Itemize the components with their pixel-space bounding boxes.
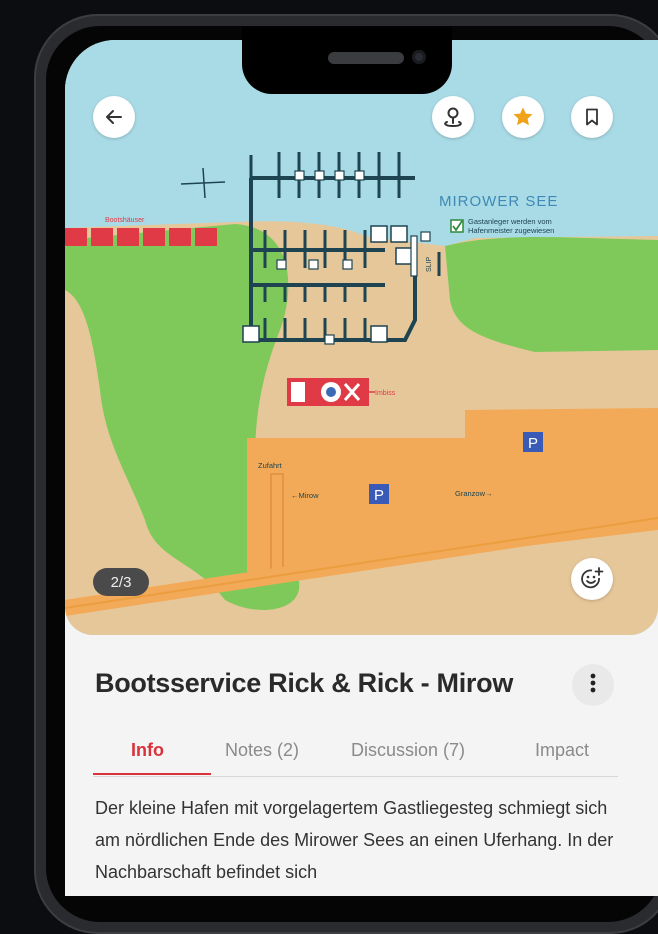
app-screen: P P MIROWER SEE Gastanleger werden vom H… [65,40,658,896]
place-title: Bootsservice Rick & Rick - Mirow [95,668,514,698]
active-tab-indicator [93,773,211,775]
bootshaeuser-label: Bootshäuser [105,217,145,224]
back-button[interactable] [93,96,135,138]
zufahrt-label: Zufahrt [258,461,283,470]
add-reaction-button[interactable] [571,558,613,600]
harbor-map-drawing: P P MIROWER SEE Gastanleger werden vom H… [65,40,658,635]
lake-label: MIROWER SEE [439,193,558,210]
parking-sign-1: P [528,435,538,452]
tab-impact[interactable]: Impact [535,740,589,761]
more-options-button[interactable] [572,664,614,706]
bookmark-icon [582,107,602,127]
tab-bar: Info Notes (2) Discussion (7) Impact [93,740,618,777]
imbiss-label: Imbiss [375,390,396,397]
tab-notes[interactable]: Notes (2) [225,740,299,761]
parking-sign-2: P [374,487,384,504]
slip-label: SLIP [426,256,433,272]
granzow-direction-label: Granzow→ [455,489,493,498]
star-icon [511,105,535,129]
favorite-button[interactable] [502,96,544,138]
mirow-direction-label: ←Mirow [291,491,319,500]
location-button[interactable] [432,96,474,138]
legend-line-1: Gastanleger werden vom [468,217,552,226]
place-description: Der kleine Hafen mit vorgelagertem Gastl… [95,798,614,882]
more-vertical-icon [590,673,596,698]
harbor-map-image[interactable]: P P MIROWER SEE Gastanleger werden vom H… [65,40,658,635]
legend-line-2: Hafenmeister zugewiesen [468,226,554,235]
bookmark-button[interactable] [571,96,613,138]
location-pin-icon [441,105,465,129]
image-counter-badge: 2/3 [93,568,149,596]
phone-speaker [328,52,404,64]
tab-info[interactable]: Info [131,740,164,761]
add-reaction-icon [579,566,605,592]
tab-discussion[interactable]: Discussion (7) [351,740,465,761]
back-arrow-icon [104,107,124,127]
phone-camera [412,50,426,64]
